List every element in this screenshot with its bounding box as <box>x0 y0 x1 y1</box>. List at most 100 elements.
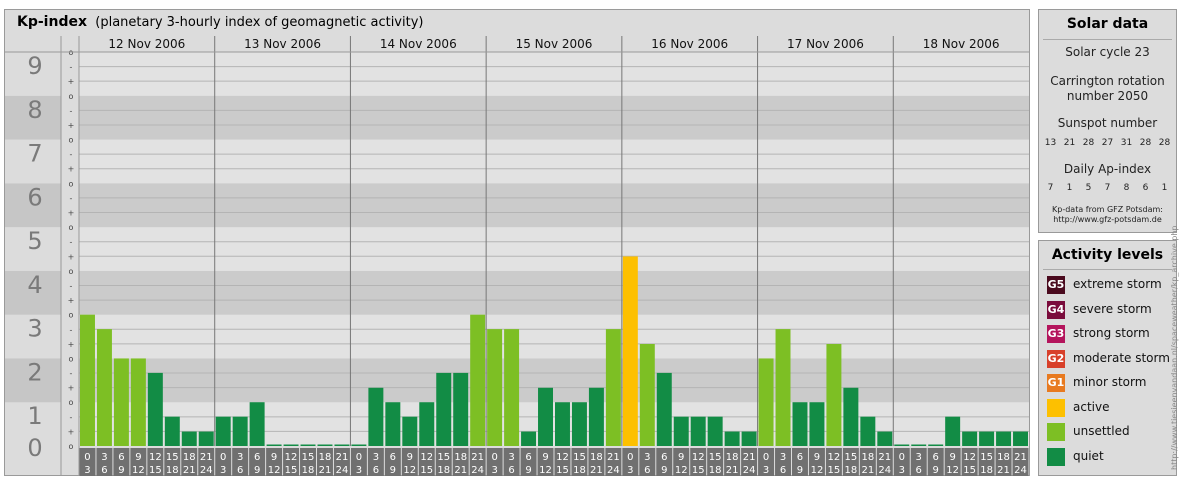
activity-level-swatch: G3 <box>1047 325 1065 343</box>
sunspot-value: 21 <box>1063 138 1076 148</box>
kp-bar <box>453 372 469 446</box>
activity-levels-panel: Activity levels G5 extreme storm G4 severe … <box>1038 240 1177 476</box>
source-line2: http://www.gfz-potsdam.de <box>1053 215 1162 224</box>
kp-bar <box>80 314 95 446</box>
interval-end-label: 12 <box>539 465 552 476</box>
kp-bar <box>181 431 197 446</box>
interval-end-label: 24 <box>878 465 891 476</box>
interval-end-label: 6 <box>508 465 514 476</box>
interval-start-label: 21 <box>336 452 349 463</box>
interval-end-label: 18 <box>302 465 315 476</box>
interval-start-label: 12 <box>420 452 433 463</box>
interval-end-label: 12 <box>268 465 281 476</box>
minor-tick-label: + <box>68 165 75 174</box>
minor-tick-label: + <box>68 252 75 261</box>
minor-tick-label: + <box>68 209 75 218</box>
solar-cycle: Solar cycle 23 <box>1065 45 1150 59</box>
minor-tick-label: o <box>69 92 74 101</box>
sunspot-value: 31 <box>1120 138 1133 148</box>
interval-end-label: 9 <box>254 465 260 476</box>
interval-end-label: 3 <box>356 465 362 476</box>
interval-end-label: 24 <box>1014 465 1027 476</box>
divider <box>1043 39 1172 40</box>
activity-level-label: severe storm <box>1073 301 1152 316</box>
ap-title: Daily Ap-index <box>1063 162 1152 176</box>
interval-start-label: 18 <box>183 452 196 463</box>
interval-start-label: 18 <box>590 452 603 463</box>
interval-start-label: 9 <box>135 452 141 463</box>
minor-tick-label: + <box>68 427 75 436</box>
ytick-label: 4 <box>27 271 42 299</box>
kp-bar <box>809 402 825 446</box>
ytick-label: 2 <box>27 358 42 386</box>
kp-bar <box>555 402 570 446</box>
minor-tick-label: o <box>69 223 74 232</box>
interval-end-label: 6 <box>101 465 107 476</box>
kp-bar <box>198 431 214 446</box>
chart-title-main: Kp-index <box>17 14 87 30</box>
ytick-label: 6 <box>27 183 42 211</box>
interval-end-label: 3 <box>899 465 905 476</box>
interval-start-label: 9 <box>542 452 548 463</box>
kp-bar <box>741 431 757 446</box>
ytick-label: 9 <box>27 52 42 80</box>
kp-bar <box>504 329 520 446</box>
kp-bar <box>402 416 418 446</box>
kp-bar <box>758 358 774 446</box>
interval-end-label: 15 <box>420 465 433 476</box>
interval-end-label: 12 <box>132 465 145 476</box>
minor-tick-label: - <box>70 281 73 290</box>
solar-data-panel: Solar data Solar cycle 23 Carrington rot… <box>1038 9 1177 233</box>
interval-end-label: 21 <box>183 465 196 476</box>
interval-start-label: 9 <box>271 452 277 463</box>
interval-end-label: 18 <box>845 465 858 476</box>
interval-start-label: 15 <box>573 452 586 463</box>
minor-tick-label: + <box>68 77 75 86</box>
kp-chart-panel: Kp-index (planetary 3-hourly index of ge… <box>4 9 1030 476</box>
kp-bar <box>283 444 299 446</box>
interval-end-label: 3 <box>220 465 226 476</box>
activity-level-swatch: G1 <box>1047 374 1065 392</box>
interval-start-label: 9 <box>949 452 955 463</box>
interval-end-label: 3 <box>84 465 90 476</box>
minor-tick-label: - <box>70 413 73 422</box>
ytick-label: 5 <box>27 227 42 255</box>
interval-end-label: 21 <box>861 465 874 476</box>
chart-title: Kp-index (planetary 3-hourly index of ge… <box>17 14 423 30</box>
interval-start-label: 3 <box>237 452 243 463</box>
carrington-line1: Carrington rotation <box>1050 74 1165 88</box>
minor-tick-label: - <box>70 325 73 334</box>
ap-value: 7 <box>1104 183 1111 193</box>
sunspot-value: 28 <box>1158 138 1171 148</box>
interval-end-label: 6 <box>373 465 379 476</box>
interval-end-label: 24 <box>743 465 756 476</box>
activity-level-swatch <box>1047 447 1065 466</box>
minor-tick-label: - <box>70 150 73 159</box>
interval-start-label: 6 <box>118 452 124 463</box>
watermark-text: http://www.tiesieenvandaan.nl/spaceweath… <box>1170 225 1179 470</box>
interval-end-label: 15 <box>556 465 569 476</box>
kp-bar <box>419 402 435 446</box>
activity-level-label: moderate storm <box>1073 350 1170 365</box>
interval-end-label: 9 <box>933 465 939 476</box>
kp-bar <box>571 402 587 446</box>
interval-end-label: 15 <box>285 465 298 476</box>
interval-start-label: 6 <box>797 452 803 463</box>
interval-start-label: 15 <box>166 452 179 463</box>
kp-index-widget: { "header": {"title": "Kp-index", "subti… <box>0 0 1184 480</box>
interval-end-label: 6 <box>237 465 243 476</box>
sunspot-value: 28 <box>1082 138 1095 148</box>
interval-start-label: 18 <box>726 452 739 463</box>
kp-bar <box>945 416 961 446</box>
kp-bar <box>521 431 537 446</box>
kp-bar <box>368 387 384 446</box>
activity-level-label: quiet <box>1073 448 1104 463</box>
kp-band <box>79 139 1029 184</box>
kp-bar <box>113 358 129 446</box>
interval-start-label: 3 <box>101 452 107 463</box>
interval-end-label: 18 <box>709 465 722 476</box>
minor-tick-label: + <box>68 296 75 305</box>
kp-bar <box>249 402 265 446</box>
interval-start-label: 21 <box>878 452 891 463</box>
kp-bar <box>775 329 791 446</box>
